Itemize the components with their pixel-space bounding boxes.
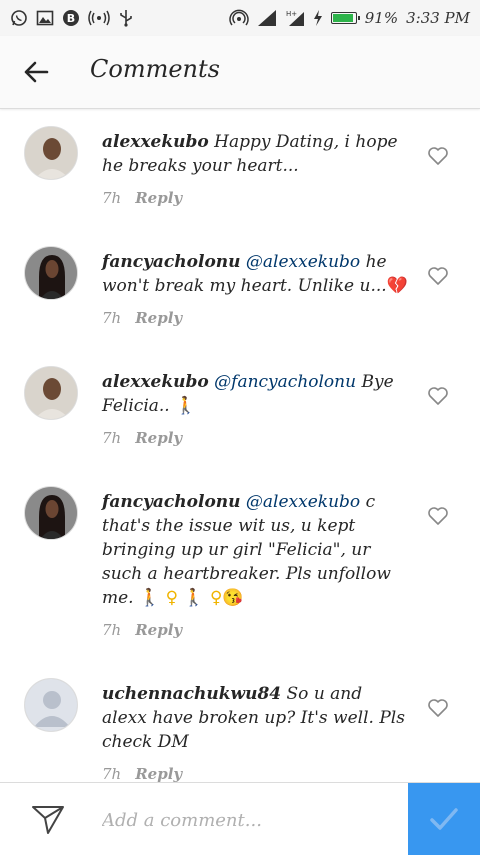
- comment-text: fancyacholonu @alexxekubo he won't break…: [102, 250, 412, 298]
- signal-icon: [257, 10, 276, 26]
- arrow-back-icon: [24, 61, 49, 83]
- walking-emoji: 🚶: [175, 396, 197, 416]
- like-heart-icon[interactable]: [426, 504, 450, 528]
- status-right-icons: H+ 91% 3:33 PM: [229, 9, 470, 27]
- avatar[interactable]: [24, 486, 78, 540]
- svg-text:B: B: [67, 12, 75, 25]
- app-bar: Comments: [0, 36, 480, 109]
- comment-username[interactable]: fancyacholonu: [102, 492, 241, 512]
- back-button[interactable]: [16, 52, 56, 92]
- comment-text: alexxekubo @fancyacholonu Bye Felicia.. …: [102, 370, 412, 418]
- comment-time: 7h: [102, 309, 122, 327]
- gallery-icon: [36, 10, 54, 26]
- comment-username[interactable]: alexxekubo: [102, 372, 209, 392]
- clock: 3:33 PM: [406, 9, 470, 27]
- signal-ht-icon: H+: [286, 10, 304, 26]
- comment-time: 7h: [102, 765, 122, 782]
- comment-mention[interactable]: @alexxekubo: [246, 492, 360, 512]
- checkmark-icon: [430, 808, 458, 830]
- comment-time: 7h: [102, 429, 122, 447]
- avatar[interactable]: [24, 126, 78, 180]
- emoji-sequence: 🚶 ♀ 🚶 ♀😘: [139, 588, 244, 608]
- comment-text: uchennachukwu84 So u and alexx have brok…: [102, 682, 412, 754]
- usb-icon: [120, 10, 132, 27]
- avatar[interactable]: [24, 246, 78, 300]
- comment-mention[interactable]: @fancyacholonu: [214, 372, 356, 392]
- like-heart-icon[interactable]: [426, 696, 450, 720]
- reply-button[interactable]: Reply: [135, 621, 182, 639]
- reply-button[interactable]: Reply: [135, 189, 182, 207]
- avatar[interactable]: [24, 678, 78, 732]
- like-heart-icon[interactable]: [426, 264, 450, 288]
- comment-mention[interactable]: @alexxekubo: [246, 252, 360, 272]
- battery-percent: 91%: [364, 9, 399, 27]
- comment-composer: [0, 782, 480, 855]
- comment-username[interactable]: alexxekubo: [102, 132, 209, 152]
- svg-text:H+: H+: [286, 10, 297, 18]
- comment-meta: 7h Reply: [102, 309, 182, 327]
- reply-button[interactable]: Reply: [135, 765, 182, 782]
- whatsapp-icon: [11, 10, 27, 26]
- reply-button[interactable]: Reply: [135, 429, 182, 447]
- wifi-hotspot-icon: [229, 9, 249, 26]
- comment-text: alexxekubo Happy Dating, i hope he break…: [102, 130, 412, 178]
- comment-username[interactable]: fancyacholonu: [102, 252, 241, 272]
- comment-meta: 7h Reply: [102, 765, 182, 782]
- avatar[interactable]: [24, 366, 78, 420]
- comment-username[interactable]: uchennachukwu84: [102, 684, 281, 704]
- page-title: Comments: [90, 55, 220, 83]
- comment-list[interactable]: alexxekubo Happy Dating, i hope he break…: [0, 108, 480, 782]
- comment-text: fancyacholonu @alexxekubo c that's the i…: [102, 490, 412, 610]
- hotspot-icon: [88, 10, 110, 26]
- reply-button[interactable]: Reply: [135, 309, 182, 327]
- battery-icon: [330, 12, 360, 24]
- comment-meta: 7h Reply: [102, 189, 182, 207]
- like-heart-icon[interactable]: [426, 144, 450, 168]
- battery-level-fill: [332, 14, 353, 22]
- bbm-icon: B: [63, 10, 79, 26]
- comment-time: 7h: [102, 621, 122, 639]
- comment-meta: 7h Reply: [102, 429, 182, 447]
- status-bar: B H+ 91% 3:33 PM: [0, 0, 480, 36]
- comment-time: 7h: [102, 189, 122, 207]
- direct-send-icon[interactable]: [28, 799, 68, 839]
- comment-input[interactable]: [100, 803, 394, 837]
- post-comment-button[interactable]: [408, 783, 480, 855]
- broken-heart-emoji: 💔: [386, 276, 408, 296]
- charging-icon: [313, 10, 322, 26]
- comment-meta: 7h Reply: [102, 621, 182, 639]
- status-left-icons: B: [10, 9, 134, 27]
- like-heart-icon[interactable]: [426, 384, 450, 408]
